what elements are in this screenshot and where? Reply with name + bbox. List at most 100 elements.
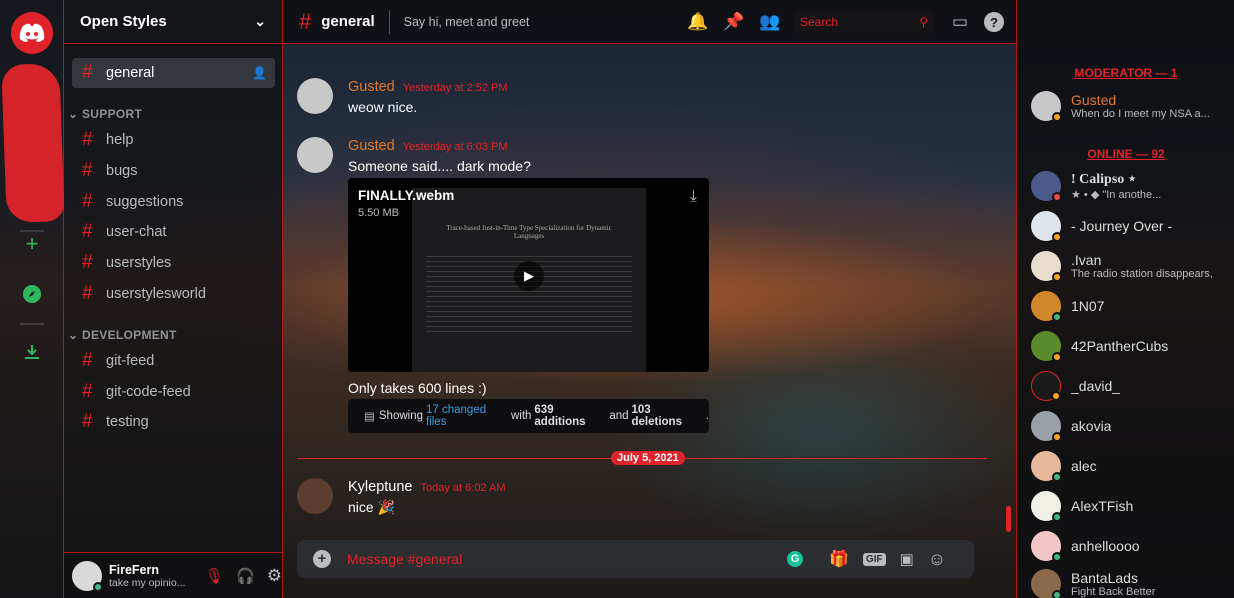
explore-servers-icon[interactable] (20, 284, 44, 308)
gear-icon[interactable]: ⚙ (267, 566, 282, 586)
channel-help[interactable]: # help (72, 125, 275, 155)
hash-icon: # (82, 221, 93, 242)
header-divider (388, 9, 390, 34)
member-item[interactable]: ! Calipso ⋆ ★ • ◆ "In anothe... (1031, 168, 1231, 204)
status-dot (93, 581, 103, 592)
message-timestamp: Yesterday at 6:03 PM (402, 141, 508, 153)
avatar[interactable] (297, 137, 333, 173)
message-timestamp: Today at 6:02 AM (420, 482, 506, 494)
scrollbar-thumb[interactable] (1006, 506, 1011, 532)
category-label: SUPPORT (82, 107, 143, 121)
member-item[interactable]: 1N07 (1031, 288, 1231, 324)
hash-icon: # (82, 381, 93, 402)
message-composer: + Message #general G 🎁 GIF ▣ ☺ (297, 540, 974, 578)
search-placeholder: Search (800, 15, 839, 29)
channel-bugs[interactable]: # bugs (72, 156, 275, 186)
changed-files-link[interactable]: 17 changed files (426, 404, 508, 428)
member-item[interactable]: .Ivan The radio station disappears, ... (1031, 248, 1231, 284)
github-embed[interactable]: ▤ Showing 17 changed files with 639 addi… (348, 399, 709, 433)
download-icon[interactable]: ⤓ (690, 188, 697, 206)
member-item[interactable]: AlexTFish (1031, 488, 1231, 524)
member-item[interactable]: BantaLads Fight Back Better (1031, 566, 1231, 598)
pin-icon[interactable]: 📌 (722, 10, 746, 34)
channel-testing[interactable]: # testing (72, 407, 275, 437)
video-attachment[interactable]: Trace-based Just-in-Time Type Specializa… (348, 178, 709, 372)
grammarly-icon[interactable]: G (787, 551, 803, 567)
chevron-down-icon: ⌄ (254, 13, 266, 29)
members-icon[interactable]: 👥 (758, 10, 782, 34)
channel-general[interactable]: # general 👤 (72, 58, 275, 88)
message-author[interactable]: Gusted (348, 79, 395, 95)
mute-icon[interactable]: 🎙 (205, 567, 224, 585)
channel-git-feed[interactable]: # git-feed (72, 346, 275, 376)
member-item[interactable]: alec (1031, 448, 1231, 484)
gift-icon[interactable]: 🎁 (829, 549, 849, 569)
avatar (1031, 251, 1062, 282)
bell-icon[interactable]: 🔔 (686, 10, 710, 34)
user-info[interactable]: FireFern take my opinio... (109, 563, 193, 589)
message[interactable]: Gusted Yesterday at 2:52 PM weow nice. (297, 78, 508, 115)
avatar[interactable] (297, 78, 333, 114)
avatar[interactable] (72, 560, 103, 592)
status-dot (1052, 432, 1062, 442)
member-name: Gusted (1071, 92, 1117, 108)
category-support[interactable]: ⌄ SUPPORT (68, 107, 142, 121)
status-dot (1052, 272, 1062, 282)
file-diff-icon: ▤ (364, 411, 375, 423)
channel-label: user-chat (106, 224, 167, 240)
member-status: The radio station disappears, ... (1071, 268, 1217, 280)
member-list: MODERATOR — 1 Gusted When do I meet my NS… (1016, 0, 1234, 598)
member-item[interactable]: Gusted When do I meet my NSA a... (1031, 88, 1231, 124)
member-item[interactable]: akovia (1031, 408, 1231, 444)
sticker-icon[interactable]: ▣ (900, 550, 914, 568)
member-name: .Ivan (1071, 252, 1102, 268)
emoji-icon[interactable]: ☺ (928, 549, 946, 570)
message-author[interactable]: Kyleptune (348, 479, 413, 495)
category-label: DEVELOPMENT (82, 328, 177, 342)
avatar (1031, 331, 1062, 362)
help-icon[interactable]: ? (984, 12, 1004, 32)
search-input[interactable]: Search ⚲ (794, 11, 934, 33)
member-name: 1N07 (1071, 298, 1105, 314)
channel-label: userstyles (106, 255, 172, 271)
channel-label: git-feed (106, 353, 155, 369)
category-development[interactable]: ⌄ DEVELOPMENT (68, 328, 177, 342)
video-filename[interactable]: FINALLY.webm (358, 188, 454, 203)
channel-userstylesworld[interactable]: # userstylesworld (72, 279, 275, 309)
attach-plus-icon[interactable]: + (313, 550, 331, 568)
server-header[interactable]: Open Styles ⌄ (64, 0, 282, 44)
channel-userstyles[interactable]: # userstyles (72, 248, 275, 278)
invite-icon[interactable]: 👤 (252, 66, 267, 80)
play-button[interactable]: ▶ (514, 261, 544, 291)
message-text: Only takes 600 lines :) (348, 380, 487, 396)
status-dot (1052, 112, 1062, 122)
chat-area: # general Say hi, meet and greet 🔔 📌 👥 S… (283, 0, 1016, 598)
message-timestamp: Yesterday at 2:52 PM (402, 82, 508, 94)
message-input[interactable]: Message #general (347, 551, 787, 567)
add-server-icon[interactable]: + (20, 232, 44, 256)
avatar (1031, 491, 1062, 522)
member-item[interactable]: anhelloooo (1031, 528, 1231, 564)
message-text: Someone said.... dark mode? (348, 158, 531, 174)
headphones-icon[interactable]: 🎧 (236, 567, 255, 585)
channel-user-chat[interactable]: # user-chat (72, 217, 275, 247)
member-item[interactable]: - Journey Over - (1031, 208, 1231, 244)
discord-home-icon[interactable] (11, 12, 53, 54)
gh-showing: Showing (378, 410, 423, 422)
message[interactable]: Gusted Yesterday at 6:03 PM Someone said.… (297, 137, 531, 174)
member-item[interactable]: 42PantherCubs (1031, 328, 1231, 364)
status-dot (1052, 472, 1062, 482)
inbox-icon[interactable]: ▭ (948, 10, 972, 34)
channel-git-code-feed[interactable]: # git-code-feed (72, 377, 275, 407)
gif-button[interactable]: GIF (862, 552, 886, 566)
server-name: Open Styles (80, 13, 167, 30)
avatar[interactable] (297, 478, 333, 514)
online-header: ONLINE — 92 (1087, 147, 1165, 161)
channel-suggestions[interactable]: # suggestions (72, 187, 275, 217)
download-apps-icon[interactable] (20, 342, 44, 366)
deletions-count: 103 deletions (631, 404, 682, 428)
member-item[interactable]: _david_ (1031, 368, 1231, 404)
channel-label: help (106, 132, 134, 148)
message-author[interactable]: Gusted (348, 138, 395, 154)
message[interactable]: Kyleptune Today at 6:02 AM nice 🎉 (297, 478, 506, 516)
